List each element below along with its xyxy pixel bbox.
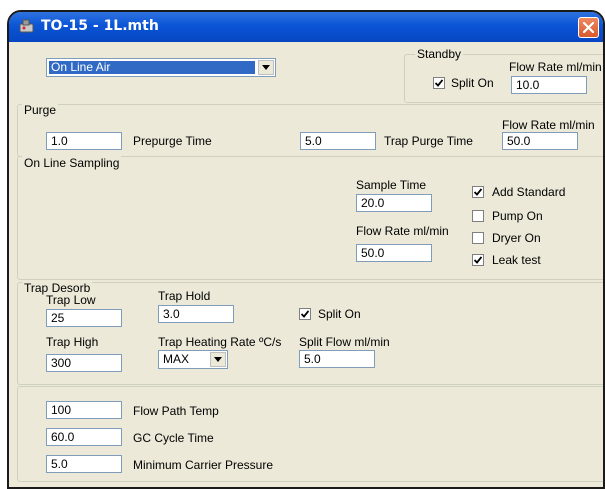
flow-path-temp-input[interactable] <box>46 401 122 419</box>
trap-low-input[interactable] <box>46 309 122 327</box>
standby-legend: Standby <box>415 47 464 61</box>
standby-group: Standby Split On Flow Rate ml/min <box>404 47 603 103</box>
trap-purge-time-input[interactable] <box>300 132 376 150</box>
close-button[interactable] <box>578 17 599 38</box>
trap-heating-rate-value: MAX <box>163 352 190 366</box>
dryer-on-label: Dryer On <box>492 231 541 245</box>
flow-path-temp-label: Flow Path Temp <box>133 404 219 418</box>
mode-select-value: On Line Air <box>48 60 256 75</box>
method-window: TO-15 - 1L.mth On Line Air Standby Split… <box>7 10 605 489</box>
split-flow-input[interactable] <box>299 350 375 368</box>
split-flow-label: Split Flow ml/min <box>299 335 390 349</box>
trap-heating-rate-select[interactable]: MAX <box>158 350 228 369</box>
leak-test-checkbox[interactable] <box>472 254 484 266</box>
standby-flow-rate-input[interactable] <box>511 76 587 94</box>
trap-hold-label: Trap Hold <box>158 289 211 303</box>
desorb-split-on-label: Split On <box>318 307 361 321</box>
gc-instrument-icon <box>19 19 34 33</box>
pump-on-checkbox[interactable] <box>472 210 484 222</box>
purge-flow-rate-input[interactable] <box>502 132 578 150</box>
sample-time-label: Sample Time <box>356 178 427 192</box>
checkmark-icon <box>474 188 482 196</box>
purge-flow-rate-label: Flow Rate ml/min <box>502 118 595 132</box>
standby-split-on-checkbox[interactable] <box>433 77 445 89</box>
trap-heating-rate-dropdown-button[interactable] <box>210 352 226 367</box>
trap-low-label: Trap Low <box>46 293 96 307</box>
trap-desorb-group: Trap Desorb Trap Low Trap Hold Split On … <box>17 281 603 385</box>
title-bar[interactable]: TO-15 - 1L.mth <box>9 12 603 42</box>
min-carrier-pressure-input[interactable] <box>46 455 122 473</box>
close-icon <box>583 22 594 33</box>
pump-on-label: Pump On <box>492 209 543 223</box>
online-sampling-legend: On Line Sampling <box>22 156 122 170</box>
window-title: TO-15 - 1L.mth <box>41 18 159 34</box>
trap-hold-input[interactable] <box>158 305 234 323</box>
online-sampling-group: On Line Sampling Sample Time Flow Rate m… <box>17 156 603 280</box>
prepurge-time-input[interactable] <box>46 132 122 150</box>
misc-settings-group: Flow Path Temp GC Cycle Time Minimum Car… <box>17 386 603 482</box>
sample-time-input[interactable] <box>356 194 432 212</box>
gc-cycle-time-label: GC Cycle Time <box>133 431 214 445</box>
checkmark-icon <box>474 256 482 264</box>
gc-cycle-time-input[interactable] <box>46 428 122 446</box>
chevron-down-icon <box>262 65 270 70</box>
checkmark-icon <box>435 79 443 87</box>
standby-flow-rate-label: Flow Rate ml/min <box>509 60 602 74</box>
leak-test-label: Leak test <box>492 253 541 267</box>
add-standard-label: Add Standard <box>492 185 566 199</box>
mode-select-dropdown-button[interactable] <box>258 60 274 75</box>
dryer-on-checkbox[interactable] <box>472 232 484 244</box>
mode-select[interactable]: On Line Air <box>46 58 276 77</box>
sampling-flow-rate-label: Flow Rate ml/min <box>356 224 449 238</box>
purge-group: Purge Prepurge Time Trap Purge Time Flow… <box>17 103 603 157</box>
min-carrier-pressure-label: Minimum Carrier Pressure <box>133 458 274 472</box>
add-standard-checkbox[interactable] <box>472 186 484 198</box>
trap-heating-rate-label: Trap Heating Rate ºC/s <box>158 335 282 349</box>
trap-high-label: Trap High <box>46 335 99 349</box>
desorb-split-on-checkbox[interactable] <box>299 308 311 320</box>
chevron-down-icon <box>214 357 222 362</box>
prepurge-time-label: Prepurge Time <box>133 134 212 148</box>
checkmark-icon <box>301 310 309 318</box>
standby-split-on-label: Split On <box>451 76 494 90</box>
trap-high-input[interactable] <box>46 354 122 372</box>
sampling-flow-rate-input[interactable] <box>356 244 432 262</box>
purge-legend: Purge <box>22 103 59 117</box>
trap-purge-time-label: Trap Purge Time <box>384 134 473 148</box>
